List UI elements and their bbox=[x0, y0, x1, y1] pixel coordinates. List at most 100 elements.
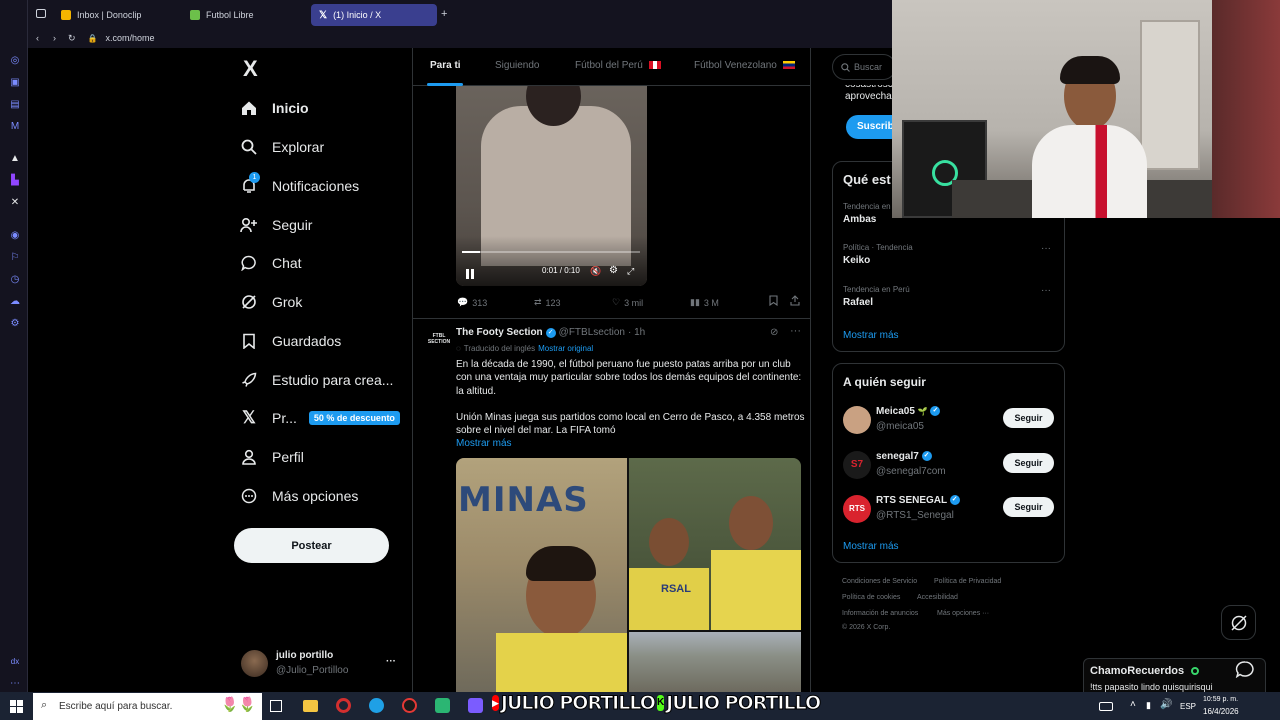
trend-item[interactable]: Política · Tendencia Keiko bbox=[843, 243, 1058, 273]
pause-icon[interactable] bbox=[465, 266, 475, 279]
sidebar-app-icon[interactable]: ☁ bbox=[9, 296, 21, 308]
task-view-icon[interactable] bbox=[270, 700, 282, 712]
language-indicator[interactable]: ESP bbox=[1180, 702, 1196, 711]
search-input[interactable]: Buscar bbox=[832, 54, 896, 80]
tray-chevron-icon[interactable]: ˄ bbox=[1130, 699, 1136, 710]
sidebar-app-icon[interactable]: ▤ bbox=[9, 99, 21, 111]
app-icon[interactable] bbox=[402, 698, 417, 713]
trend-more-icon[interactable]: ··· bbox=[1041, 285, 1051, 296]
reload-icon[interactable]: ↻ bbox=[68, 33, 76, 44]
tab-futbol-venezolano[interactable]: Fútbol Venezolano bbox=[694, 60, 795, 71]
show-more-link[interactable]: Mostrar más bbox=[456, 438, 512, 449]
back-icon[interactable]: ‹ bbox=[36, 33, 39, 43]
tweet-video[interactable]: 0:01 / 0:10 🔇 ⚙ ⤢ bbox=[456, 86, 647, 286]
follow-button[interactable]: Seguir bbox=[1003, 453, 1054, 473]
follow-show-more[interactable]: Mostrar más bbox=[843, 541, 899, 552]
history-icon[interactable]: ◷ bbox=[9, 274, 21, 286]
grok-icon[interactable]: ⊘ bbox=[770, 327, 778, 338]
video-progress-track[interactable] bbox=[462, 251, 640, 253]
nav-item-profile[interactable]: Perfil bbox=[240, 442, 304, 472]
footer-link[interactable]: Condiciones de Servicio bbox=[842, 578, 917, 585]
show-original-link[interactable]: Mostrar original bbox=[538, 344, 593, 353]
nav-item-chat[interactable]: Chat bbox=[240, 248, 302, 278]
app-icon[interactable] bbox=[468, 698, 483, 713]
account-switcher[interactable]: julio portillo @Julio_Portilloo ··· bbox=[241, 648, 401, 680]
post-button[interactable]: Postear bbox=[234, 528, 389, 563]
mute-icon[interactable]: 🔇 bbox=[590, 266, 601, 277]
tweet-handle[interactable]: @FTBLsection bbox=[559, 327, 625, 338]
media-photo-landscape[interactable] bbox=[629, 632, 801, 692]
browser-tab-x-home[interactable]: 𝕏 (1) Inicio / X bbox=[311, 4, 437, 26]
windows-start-icon[interactable] bbox=[10, 700, 23, 713]
x-icon[interactable]: ✕ bbox=[9, 197, 21, 209]
x-logo[interactable]: X bbox=[243, 56, 258, 82]
tab-futbol-peru[interactable]: Fútbol del Perú bbox=[575, 60, 661, 71]
follow-button[interactable]: Seguir bbox=[1003, 408, 1054, 428]
sidebar-app-icon[interactable]: ▣ bbox=[9, 77, 21, 89]
app-icon[interactable] bbox=[435, 698, 450, 713]
clock-date[interactable]: 16/4/2026 bbox=[1203, 707, 1239, 716]
nav-item-notifications[interactable]: 1 Notificaciones bbox=[240, 171, 359, 201]
like-button[interactable]: ♡ 3 mil bbox=[612, 297, 643, 308]
nav-item-grok[interactable]: Grok bbox=[240, 287, 302, 317]
volume-icon[interactable]: 🔊 bbox=[1160, 699, 1172, 710]
tab-following[interactable]: Siguiendo bbox=[495, 60, 539, 71]
tweet-author[interactable]: The Footy Section bbox=[456, 327, 543, 338]
grok-floating-button[interactable] bbox=[1221, 605, 1256, 640]
tweet-time[interactable]: · 1h bbox=[628, 327, 645, 338]
nav-item-creator-studio[interactable]: Estudio para crea... bbox=[240, 365, 393, 395]
repost-button[interactable]: ⇄ 123 bbox=[534, 297, 561, 308]
fullscreen-icon[interactable]: ⤢ bbox=[627, 266, 634, 277]
nav-item-follow[interactable]: Seguir bbox=[240, 210, 312, 240]
file-explorer-icon[interactable] bbox=[303, 700, 318, 712]
reply-button[interactable]: 💬 313 bbox=[457, 297, 487, 308]
sidebar-app-icon[interactable]: ⚐ bbox=[9, 252, 21, 264]
keyboard-icon[interactable] bbox=[1099, 702, 1113, 711]
nav-item-premium[interactable]: 𝕏 Pr... 50 % de descuento bbox=[240, 403, 400, 433]
workspaces-icon[interactable] bbox=[36, 9, 46, 18]
media-photo-minas[interactable]: MINAS bbox=[456, 458, 627, 692]
edge-icon[interactable] bbox=[369, 698, 384, 713]
follow-item[interactable]: S7 senegal7 ✓ @senegal7com Seguir bbox=[843, 449, 1058, 481]
clock-time[interactable]: 10:59 p. m. bbox=[1203, 696, 1238, 703]
nav-item-home[interactable]: Inicio bbox=[240, 93, 309, 123]
sidebar-app-icon[interactable]: M bbox=[9, 121, 21, 133]
settings-icon[interactable]: ⚙ bbox=[609, 265, 618, 276]
tweet-media-grid[interactable]: MINAS RSAL bbox=[456, 458, 801, 692]
bookmark-button[interactable] bbox=[769, 295, 778, 306]
browser-tab-donoclip[interactable]: Inbox | Donoclip bbox=[53, 4, 178, 26]
sidebar-app-icon[interactable]: ◎ bbox=[9, 55, 21, 67]
tab-for-you[interactable]: Para ti bbox=[430, 60, 461, 71]
trend-more-icon[interactable]: ··· bbox=[1041, 243, 1051, 254]
subscribe-button[interactable]: Suscrib bbox=[846, 115, 892, 139]
share-button[interactable] bbox=[790, 295, 800, 306]
sidebar-app-icon[interactable]: ◉ bbox=[9, 230, 21, 242]
nav-item-explore[interactable]: Explorar bbox=[240, 132, 324, 162]
sidebar-app-icon[interactable]: dx bbox=[9, 656, 21, 668]
twitch-icon[interactable]: ▙ bbox=[9, 175, 21, 187]
nav-item-more[interactable]: Más opciones bbox=[240, 481, 358, 511]
sidebar-app-icon[interactable]: ▲ bbox=[9, 153, 21, 165]
footer-link[interactable]: Más opciones ··· bbox=[937, 610, 989, 617]
forward-icon[interactable]: › bbox=[53, 33, 56, 43]
views-button[interactable]: ▮▮ 3 M bbox=[690, 297, 719, 308]
footer-link[interactable]: Política de Privacidad bbox=[934, 578, 1001, 585]
new-tab-button[interactable]: + bbox=[441, 8, 447, 20]
footer-link[interactable]: Política de cookies bbox=[842, 594, 900, 601]
url-field[interactable]: x.com/home bbox=[106, 33, 155, 43]
trends-show-more[interactable]: Mostrar más bbox=[843, 330, 899, 341]
footer-link[interactable]: Información de anuncios bbox=[842, 610, 918, 617]
more-icon[interactable]: ⋯ bbox=[9, 678, 21, 690]
browser-tab-futbol-libre[interactable]: Futbol Libre bbox=[182, 4, 307, 26]
tweet-more-icon[interactable]: ··· bbox=[790, 325, 801, 337]
follow-item[interactable]: RTS RTS SENEGAL ✓ @RTS1_Senegal Seguir bbox=[843, 493, 1058, 525]
taskbar-search[interactable]: ⌕ Escribe aquí para buscar. 🌷🌷 bbox=[33, 693, 262, 720]
opera-icon[interactable] bbox=[336, 698, 351, 713]
settings-icon[interactable]: ⚙ bbox=[9, 318, 21, 330]
follow-button[interactable]: Seguir bbox=[1003, 497, 1054, 517]
tweet-avatar[interactable]: FTBL SECTION bbox=[425, 329, 453, 349]
nav-item-bookmarks[interactable]: Guardados bbox=[240, 326, 341, 356]
messages-icon[interactable] bbox=[1235, 660, 1263, 680]
trend-item[interactable]: Tendencia en Perú Rafael bbox=[843, 285, 1058, 315]
follow-item[interactable]: Meica05 🌱 ✓ @meica05 Seguir bbox=[843, 404, 1058, 436]
